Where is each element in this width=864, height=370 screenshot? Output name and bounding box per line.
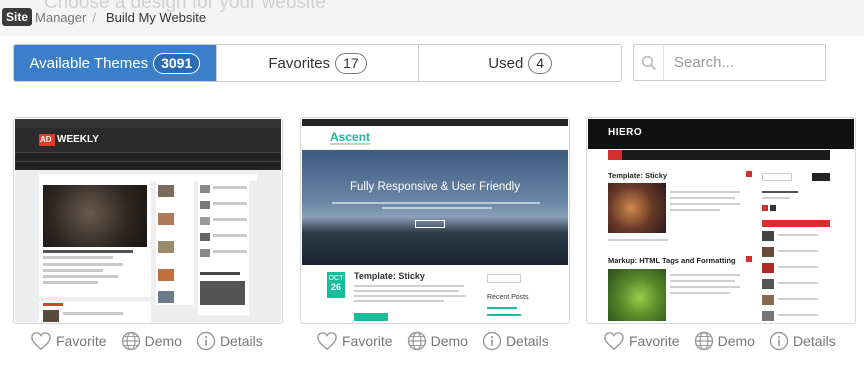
post-title: Template: Sticky	[608, 171, 668, 180]
theme-actions: Favorite Demo Details	[30, 331, 277, 351]
tab-label: Used	[488, 54, 524, 72]
globe-icon	[121, 331, 140, 351]
post-title: Markup: HTML Tags and Formatting	[608, 256, 736, 265]
details-label: Details	[792, 333, 836, 349]
demo-button[interactable]: Demo	[121, 331, 182, 351]
tab-used[interactable]: Used 4	[418, 45, 621, 81]
theme-actions: Favorite Demo Details	[316, 331, 563, 351]
post-title: Template: Sticky	[354, 271, 425, 281]
theme-card[interactable]: AD WEEKLY	[13, 117, 283, 324]
info-icon	[769, 331, 789, 351]
favorite-button[interactable]: Favorite	[316, 331, 393, 351]
theme-preview-thumbnail[interactable]: HIERO Template: Sticky Markup: HTML Tags…	[588, 119, 854, 322]
favorite-button[interactable]: Favorite	[30, 331, 107, 351]
theme-logo: Ascent	[330, 130, 371, 144]
demo-button[interactable]: Demo	[694, 331, 755, 351]
details-button[interactable]: Details	[482, 331, 549, 351]
globe-icon	[694, 331, 713, 351]
demo-label: Demo	[144, 333, 182, 349]
site-logo[interactable]: Site	[2, 8, 33, 26]
theme-card[interactable]: Ascent Fully Responsive & User Friendly …	[300, 117, 570, 324]
favorite-label: Favorite	[56, 333, 107, 349]
tab-label: Available Themes	[29, 54, 149, 72]
count-badge: 4	[528, 52, 553, 74]
demo-label: Demo	[717, 333, 755, 349]
breadcrumb-separator: /	[92, 9, 96, 25]
tab-favorites[interactable]: Favorites 17	[215, 45, 419, 81]
theme-logo-text: WEEKLY	[57, 134, 99, 145]
heart-icon	[317, 332, 337, 351]
theme-logo: AD	[39, 134, 55, 146]
search-box	[633, 44, 826, 81]
tab-available-themes[interactable]: Available Themes 3091	[14, 45, 216, 81]
theme-preview-thumbnail[interactable]: AD WEEKLY	[15, 119, 281, 322]
demo-label: Demo	[430, 333, 468, 349]
demo-button[interactable]: Demo	[407, 331, 468, 351]
count-badge: 3091	[153, 52, 201, 74]
theme-logo: HIERO	[608, 127, 643, 138]
favorite-button[interactable]: Favorite	[603, 331, 680, 351]
recent-posts-heading: Recent Posts	[487, 294, 529, 301]
heart-icon	[31, 332, 51, 351]
search-input[interactable]	[664, 54, 814, 71]
hero-title: Fully Responsive & User Friendly	[349, 181, 520, 193]
breadcrumb-current: Build My Website	[105, 9, 207, 25]
details-button[interactable]: Details	[196, 331, 263, 351]
count-badge: 17	[335, 52, 367, 74]
details-button[interactable]: Details	[769, 331, 836, 351]
post-date: OCT 26	[327, 272, 345, 298]
favorite-label: Favorite	[629, 333, 680, 349]
details-label: Details	[505, 333, 549, 349]
heart-icon	[604, 332, 624, 351]
theme-tabs: Available Themes 3091 Favorites 17 Used …	[13, 44, 622, 82]
theme-preview-thumbnail[interactable]: Ascent Fully Responsive & User Friendly …	[302, 119, 568, 322]
details-label: Details	[219, 333, 263, 349]
breadcrumb-manager-link[interactable]: Manager	[35, 10, 86, 25]
theme-card[interactable]: HIERO Template: Sticky Markup: HTML Tags…	[586, 117, 856, 324]
top-header: Choose a design for your website Site Ma…	[0, 0, 864, 36]
search-icon[interactable]	[634, 45, 664, 80]
breadcrumb: Site Manager / Build My Website	[2, 8, 206, 26]
globe-icon	[407, 331, 426, 351]
info-icon	[196, 331, 216, 351]
hero-image: Fully Responsive & User Friendly	[302, 150, 568, 265]
info-icon	[482, 331, 502, 351]
favorite-label: Favorite	[342, 333, 393, 349]
tab-label: Favorites	[268, 54, 331, 72]
theme-actions: Favorite Demo Details	[603, 331, 850, 351]
